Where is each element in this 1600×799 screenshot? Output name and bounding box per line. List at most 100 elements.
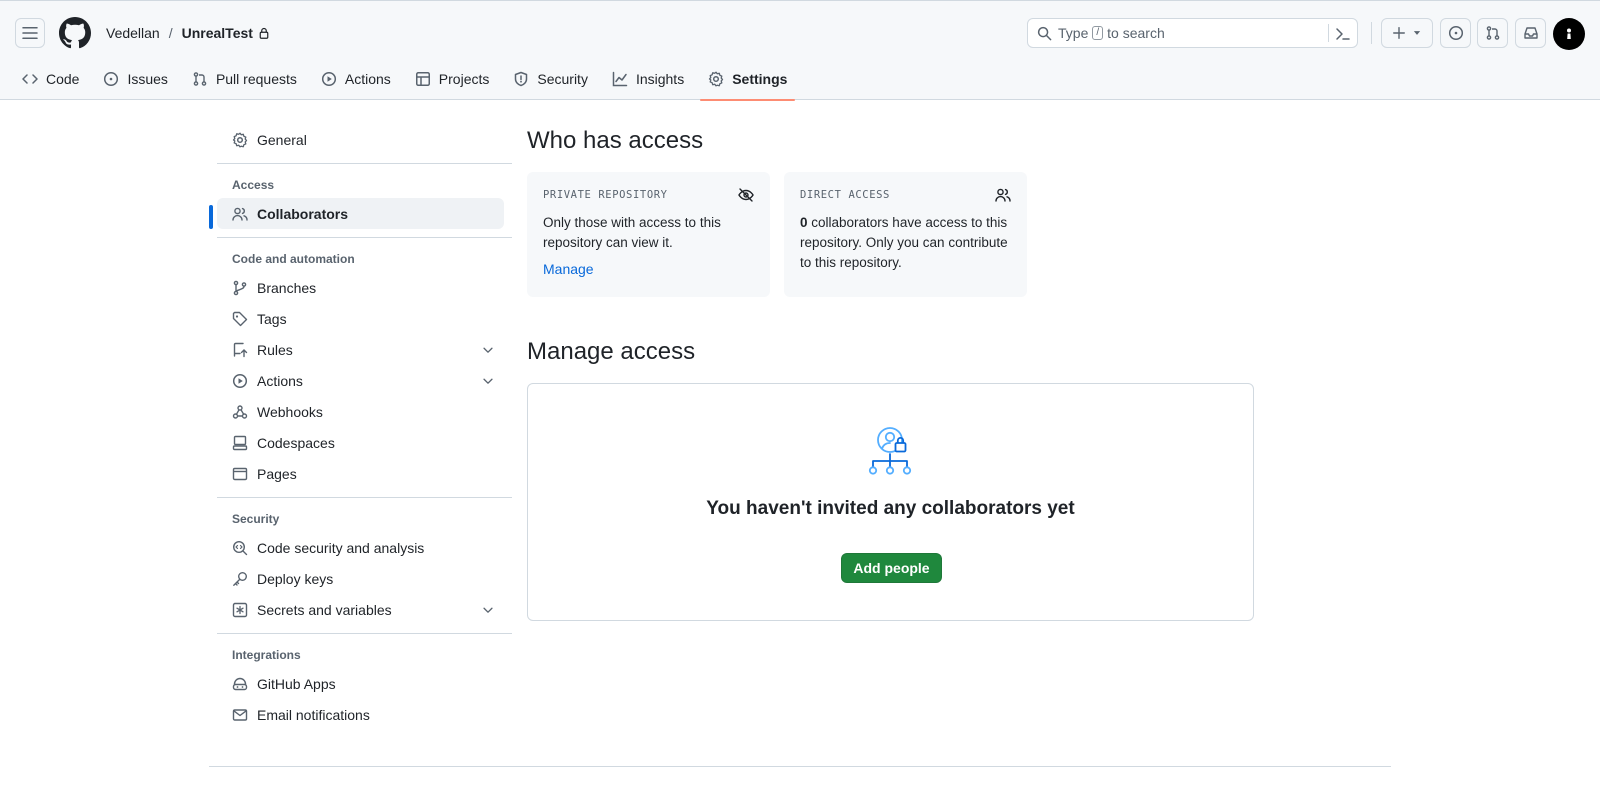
sidebar-item-label: Pages bbox=[257, 465, 297, 482]
people-icon bbox=[995, 188, 1011, 202]
sidebar-item-label: Deploy keys bbox=[257, 570, 334, 587]
tab-issues[interactable]: Issues bbox=[95, 61, 175, 97]
manage-visibility-link[interactable]: Manage bbox=[543, 261, 594, 277]
triangle-down-icon bbox=[1413, 31, 1421, 35]
hamburger-icon bbox=[22, 27, 38, 39]
key-asterisk-icon bbox=[232, 602, 248, 617]
manage-access-heading: Manage access bbox=[527, 338, 696, 365]
mail-icon bbox=[232, 708, 248, 721]
sidebar-item-branches[interactable]: Branches bbox=[217, 272, 512, 303]
sidebar-item-label: Secrets and variables bbox=[257, 601, 392, 618]
sidebar-item-label: Code security and analysis bbox=[257, 539, 425, 556]
apps-icon bbox=[232, 677, 248, 690]
tab-label: Issues bbox=[127, 71, 168, 87]
sidebar-divider bbox=[217, 633, 512, 634]
card-title: PRIVATE REPOSITORY bbox=[543, 189, 668, 201]
command-palette-icon[interactable] bbox=[1335, 26, 1351, 42]
breadcrumb-owner-link[interactable]: Vedellan bbox=[106, 25, 160, 41]
sidebar-item-label: Rules bbox=[257, 341, 293, 358]
breadcrumb: Vedellan / UnrealTest bbox=[106, 25, 270, 41]
search-icon bbox=[1037, 26, 1052, 40]
sidebar-item-webhooks[interactable]: Webhooks bbox=[217, 396, 512, 427]
breadcrumb-separator: / bbox=[168, 25, 173, 41]
avatar[interactable] bbox=[1553, 18, 1585, 50]
sidebar-item-general[interactable]: General bbox=[217, 124, 512, 155]
collaborator-count: 0 bbox=[800, 215, 808, 230]
graph-icon bbox=[612, 71, 628, 87]
create-new-button[interactable] bbox=[1381, 18, 1433, 48]
codespaces-icon bbox=[232, 435, 248, 450]
gear-icon bbox=[232, 132, 248, 147]
tag-icon bbox=[232, 311, 248, 326]
sidebar-item-tags[interactable]: Tags bbox=[217, 303, 512, 334]
codescan-icon bbox=[232, 540, 248, 555]
issue-opened-icon bbox=[104, 71, 119, 87]
private-repository-card: PRIVATE REPOSITORY Only those with acces… bbox=[527, 172, 770, 297]
github-logo-icon[interactable] bbox=[59, 17, 91, 49]
gear-icon bbox=[709, 71, 724, 87]
search-placeholder: Type / to search bbox=[1058, 25, 1165, 41]
footer-divider bbox=[209, 766, 1391, 767]
search-divider bbox=[1328, 24, 1329, 42]
tab-code[interactable]: Code bbox=[14, 61, 87, 97]
sidebar-item-label: General bbox=[257, 131, 307, 148]
sidebar-divider bbox=[217, 497, 512, 498]
search-input[interactable]: Type / to search bbox=[1027, 18, 1358, 48]
webhook-icon bbox=[232, 404, 248, 419]
plus-icon bbox=[1393, 27, 1405, 39]
people-icon bbox=[232, 207, 248, 221]
sidebar-item-code-security[interactable]: Code security and analysis bbox=[217, 532, 512, 563]
breadcrumb-repo-link[interactable]: UnrealTest bbox=[182, 25, 253, 41]
play-icon bbox=[232, 373, 248, 388]
sidebar-heading-code-automation: Code and automation bbox=[232, 252, 355, 266]
settings-sidebar: General Access Collaborators Code and au… bbox=[209, 124, 512, 730]
direct-access-card: DIRECT ACCESS 0 collaborators have acces… bbox=[784, 172, 1027, 297]
shield-icon bbox=[515, 71, 528, 87]
chevron-down-icon[interactable] bbox=[481, 603, 495, 617]
card-description: 0 collaborators have access to this repo… bbox=[800, 213, 1011, 273]
sidebar-item-collaborators[interactable]: Collaborators bbox=[209, 198, 504, 229]
tab-insights[interactable]: Insights bbox=[604, 61, 692, 97]
tab-label: Projects bbox=[438, 71, 490, 87]
chevron-down-icon[interactable] bbox=[481, 343, 495, 357]
sidebar-item-label: Email notifications bbox=[257, 706, 370, 723]
card-description: Only those with access to this repositor… bbox=[543, 215, 721, 250]
inbox-button[interactable] bbox=[1515, 18, 1546, 48]
sidebar-item-codespaces[interactable]: Codespaces bbox=[217, 427, 512, 458]
sidebar-item-pages[interactable]: Pages bbox=[217, 458, 512, 489]
who-has-access-heading: Who has access bbox=[527, 127, 704, 154]
tab-pull-requests[interactable]: Pull requests bbox=[184, 61, 305, 97]
table-icon bbox=[415, 72, 430, 86]
collaborator-lock-illustration-icon bbox=[866, 426, 918, 478]
chevron-down-icon[interactable] bbox=[481, 374, 495, 388]
tab-security[interactable]: Security bbox=[505, 61, 596, 97]
tab-label: Security bbox=[537, 71, 588, 87]
tab-settings[interactable]: Settings bbox=[700, 61, 796, 101]
sidebar-item-email-notifications[interactable]: Email notifications bbox=[217, 699, 512, 730]
sidebar-divider bbox=[217, 163, 512, 164]
lock-icon bbox=[258, 27, 270, 39]
sidebar-item-secrets[interactable]: Secrets and variables bbox=[217, 594, 512, 625]
header-divider bbox=[1371, 22, 1372, 44]
tab-label: Pull requests bbox=[215, 71, 297, 87]
sidebar-item-label: Tags bbox=[257, 310, 287, 327]
sidebar-item-label: GitHub Apps bbox=[257, 675, 336, 692]
tab-projects[interactable]: Projects bbox=[407, 61, 498, 97]
collaborators-blankslate: You haven't invited any collaborators ye… bbox=[527, 383, 1254, 621]
sidebar-item-rules[interactable]: Rules bbox=[217, 334, 512, 365]
tab-actions[interactable]: Actions bbox=[313, 61, 399, 97]
hamburger-menu-button[interactable] bbox=[15, 18, 45, 48]
repo-nav: Code Issues Pull requests Actions Projec… bbox=[14, 61, 803, 101]
sidebar-item-label: Webhooks bbox=[257, 403, 323, 420]
issues-button[interactable] bbox=[1440, 18, 1471, 48]
git-pull-request-icon bbox=[193, 72, 207, 86]
sidebar-item-deploy-keys[interactable]: Deploy keys bbox=[217, 563, 512, 594]
sidebar-item-label: Codespaces bbox=[257, 434, 335, 451]
sidebar-item-github-apps[interactable]: GitHub Apps bbox=[217, 668, 512, 699]
sidebar-heading-security: Security bbox=[232, 512, 280, 526]
tab-label: Settings bbox=[732, 71, 788, 87]
pull-requests-button[interactable] bbox=[1477, 18, 1508, 48]
add-people-button[interactable]: Add people bbox=[841, 553, 942, 583]
tab-label: Code bbox=[46, 71, 80, 87]
sidebar-item-actions[interactable]: Actions bbox=[217, 365, 512, 396]
